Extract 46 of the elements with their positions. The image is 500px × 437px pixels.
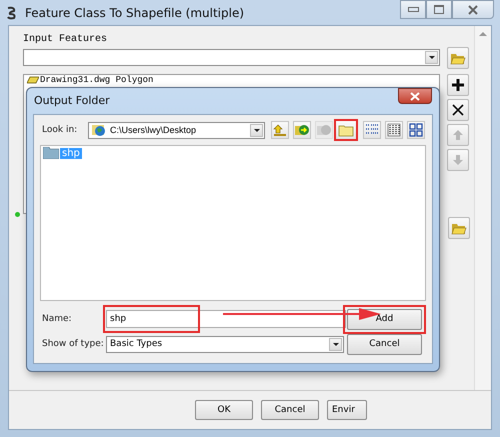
close-button[interactable] bbox=[452, 0, 494, 19]
close-icon bbox=[467, 4, 479, 14]
plus-icon bbox=[450, 77, 466, 93]
field-label: Input Features bbox=[23, 34, 108, 45]
list-view-button[interactable] bbox=[363, 121, 381, 139]
details-view-button[interactable] bbox=[385, 121, 403, 139]
up-folder-icon bbox=[272, 122, 288, 138]
remove-button[interactable] bbox=[447, 99, 469, 121]
status-dot-icon bbox=[15, 212, 20, 217]
disconnect-folder-icon bbox=[316, 122, 332, 138]
folder-icon bbox=[450, 51, 466, 65]
name-label: Name: bbox=[41, 314, 73, 324]
look-in-dropdown[interactable]: C:\Users\lwy\Desktop bbox=[88, 122, 265, 138]
dialog-button[interactable]: Cancel bbox=[347, 334, 422, 354]
thumbnails-view-icon bbox=[408, 122, 424, 138]
dialog-button[interactable]: Cancel bbox=[261, 400, 319, 420]
list-item[interactable]: Drawing31.dwg Polygon bbox=[24, 75, 439, 85]
folder-icon bbox=[451, 221, 467, 235]
connect-folder-icon bbox=[294, 122, 310, 138]
open-folder-button[interactable] bbox=[447, 47, 469, 69]
look-in-label: Look in: bbox=[41, 125, 78, 135]
type-label: Show of type: bbox=[41, 339, 105, 349]
globe-icon bbox=[92, 123, 106, 137]
x-icon bbox=[450, 102, 466, 118]
name-field[interactable]: shp bbox=[106, 310, 346, 328]
folder-icon bbox=[43, 147, 59, 159]
dialog-button[interactable]: Envir bbox=[327, 400, 367, 420]
thumbnails-view-button[interactable] bbox=[407, 121, 425, 139]
dialog-button[interactable]: Add bbox=[347, 308, 422, 330]
minimize-button[interactable] bbox=[400, 0, 426, 19]
window-title: Feature Class To Shapefile (multiple) bbox=[25, 6, 244, 20]
polygon-icon bbox=[27, 76, 39, 84]
maximize-button[interactable] bbox=[426, 0, 452, 19]
connect-folder-button[interactable] bbox=[293, 121, 311, 139]
close-button[interactable] bbox=[398, 88, 432, 104]
input-features-dropdown[interactable] bbox=[23, 49, 440, 66]
details-view-icon bbox=[386, 122, 402, 138]
new-folder-button[interactable] bbox=[334, 119, 358, 141]
scrollbar[interactable] bbox=[474, 26, 491, 390]
up-folder-button[interactable] bbox=[271, 121, 289, 139]
dialog-button[interactable]: OK bbox=[195, 400, 253, 420]
add-button[interactable] bbox=[447, 74, 469, 96]
close-icon bbox=[410, 92, 420, 100]
open-folder-button[interactable] bbox=[448, 217, 470, 239]
dialog-title: Output Folder bbox=[34, 94, 110, 107]
type-dropdown[interactable]: Basic Types bbox=[106, 336, 344, 352]
